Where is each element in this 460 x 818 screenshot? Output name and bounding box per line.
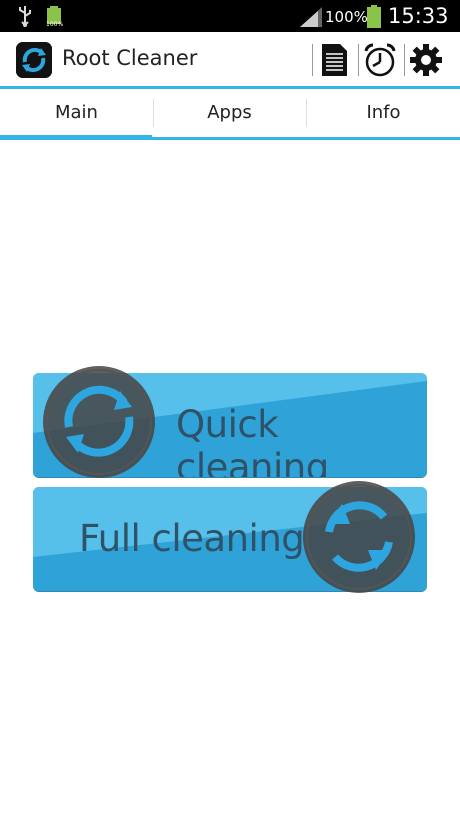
alarm-clock-icon [364,43,396,77]
app-title: Root Cleaner [62,46,198,70]
tab-main[interactable]: Main [0,89,153,137]
document-icon [322,44,347,76]
action-divider [358,44,359,76]
signal-icon [300,7,322,27]
quick-cleaning-label: Quick cleaning [176,403,329,477]
tab-apps[interactable]: Apps [153,89,306,137]
usb-icon [19,6,31,27]
battery-icon [367,5,381,28]
clock: 15:33 [388,4,449,28]
battery-percent: 100% [325,8,368,26]
log-button[interactable] [316,42,352,78]
tab-bar: Main Apps Info [0,89,460,140]
gear-icon [410,44,442,76]
app-logo [16,42,52,78]
tab-info[interactable]: Info [307,89,460,137]
tab-info-label: Info [366,102,401,123]
tab-selected-indicator [0,135,152,140]
refresh-icon [43,366,155,478]
full-cleaning-label: Full cleaning [79,517,305,560]
action-bar: Root Cleaner [0,32,460,89]
battery-charging-icon: 100% [46,5,66,31]
settings-button[interactable] [408,42,444,78]
action-divider [312,44,313,76]
schedule-button[interactable] [362,42,398,78]
tab-main-label: Main [55,102,98,123]
action-divider [404,44,405,76]
refresh-icon [303,481,415,593]
battery-small-text: 100% [46,21,64,28]
status-bar: 100% 100% 15:33 [0,0,460,32]
tab-apps-label: Apps [207,102,252,123]
